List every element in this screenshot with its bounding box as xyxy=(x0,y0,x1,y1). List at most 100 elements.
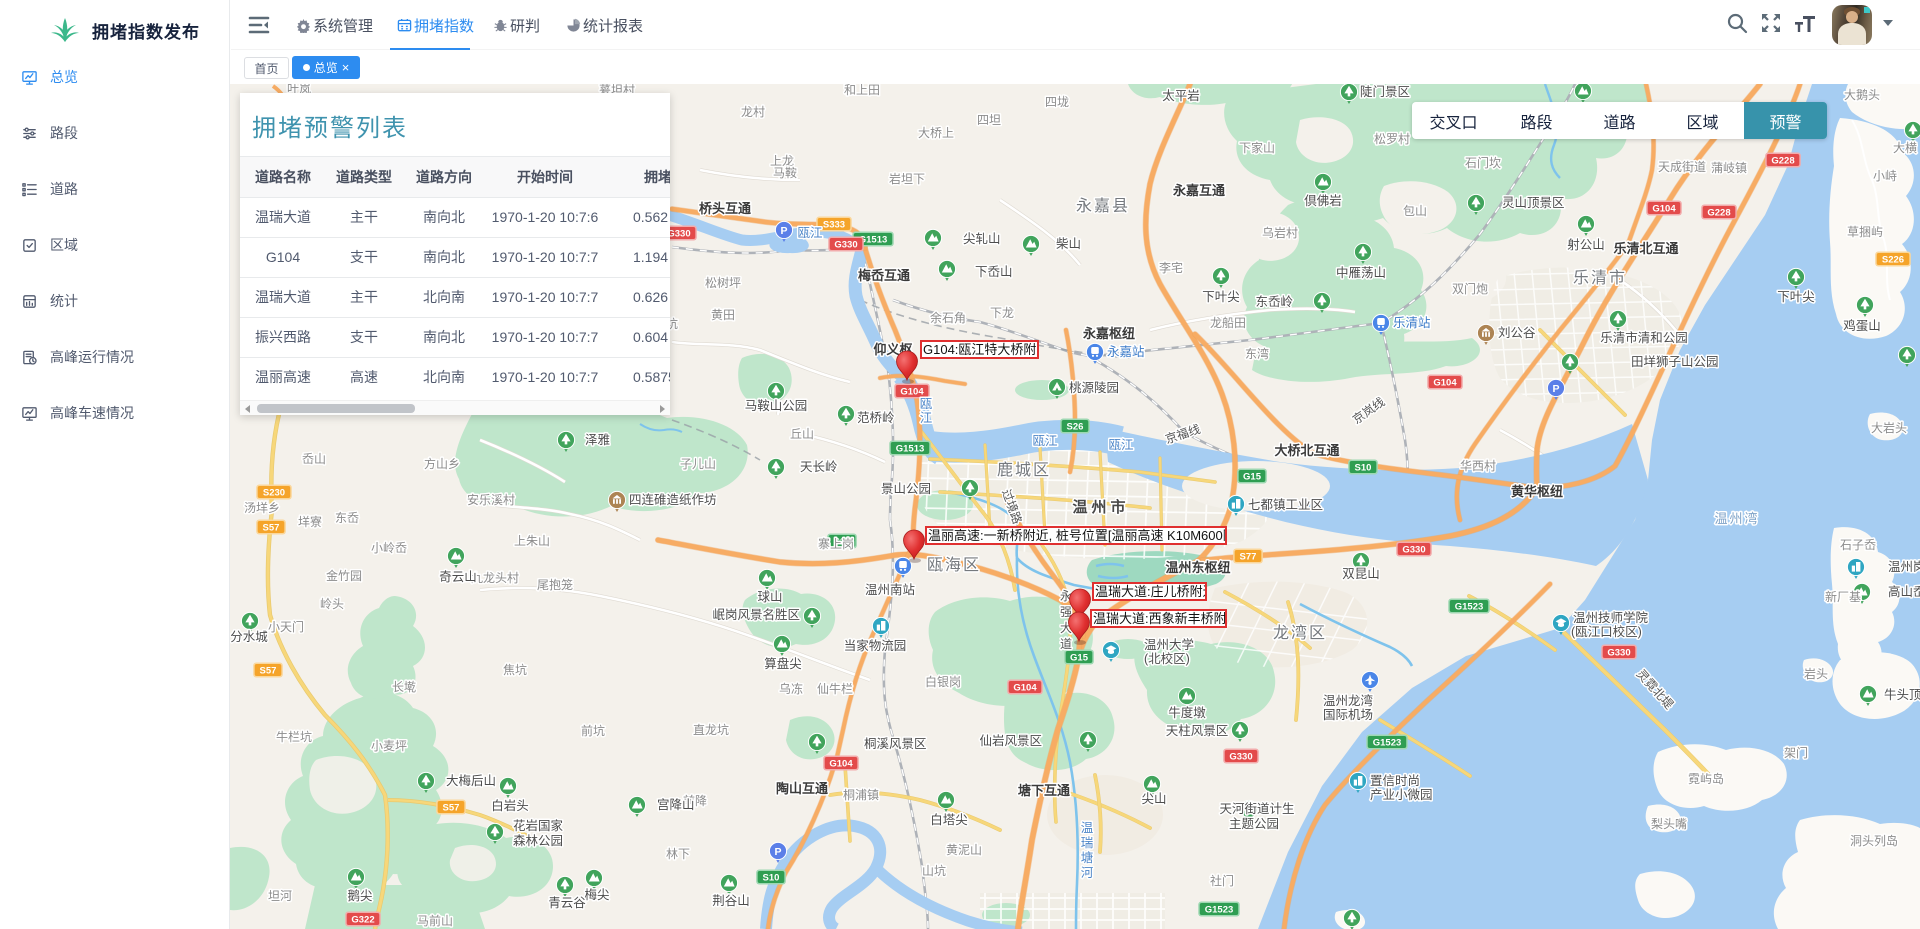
svg-text:大岩头: 大岩头 xyxy=(1871,420,1907,435)
svg-text:S333: S333 xyxy=(823,219,845,230)
svg-text:尾抱笼: 尾抱笼 xyxy=(537,577,573,592)
svg-text:河: 河 xyxy=(1081,866,1094,880)
svg-text:桃源陵园: 桃源陵园 xyxy=(1069,380,1119,395)
svg-text:温州东枢纽: 温州东枢纽 xyxy=(1165,560,1230,575)
svg-text:乐清市: 乐清市 xyxy=(1573,269,1627,287)
svg-text:大横: 大横 xyxy=(1893,141,1917,155)
svg-text:温州龙湾: 温州龙湾 xyxy=(1323,693,1373,708)
svg-text:G330: G330 xyxy=(1402,544,1425,555)
svg-text:国际机场: 国际机场 xyxy=(1323,708,1373,722)
svg-text:主题公园: 主题公园 xyxy=(1229,817,1279,831)
svg-text:小麦坪: 小麦坪 xyxy=(371,739,407,753)
svg-text:算盘尖: 算盘尖 xyxy=(764,656,802,671)
svg-text:G15: G15 xyxy=(1243,471,1262,482)
svg-text:四垅: 四垅 xyxy=(1045,95,1069,109)
svg-text:岙山: 岙山 xyxy=(302,452,326,466)
svg-text:马鞍山公园: 马鞍山公园 xyxy=(745,399,808,413)
svg-text:G104: G104 xyxy=(1433,377,1457,388)
svg-text:P: P xyxy=(774,846,781,858)
svg-text:大桥北互通: 大桥北互通 xyxy=(1274,443,1339,458)
svg-text:温州大学: 温州大学 xyxy=(1144,637,1194,652)
svg-text:天成街道: 天成街道 xyxy=(1658,160,1706,174)
svg-text:下龙: 下龙 xyxy=(990,306,1014,320)
svg-text:S57: S57 xyxy=(263,522,280,533)
svg-text:东湾: 东湾 xyxy=(1245,346,1269,361)
svg-text:置信时尚: 置信时尚 xyxy=(1370,774,1420,788)
svg-text:下岙山: 下岙山 xyxy=(975,265,1013,279)
svg-text:寨上岗: 寨上岗 xyxy=(818,536,854,551)
svg-text:G15: G15 xyxy=(1070,652,1089,663)
svg-text:分水城: 分水城 xyxy=(230,630,268,644)
svg-text:白岩头: 白岩头 xyxy=(491,798,529,813)
svg-text:荆谷山: 荆谷山 xyxy=(712,894,750,908)
svg-text:G228: G228 xyxy=(1771,155,1794,166)
svg-text:P: P xyxy=(1552,383,1559,395)
svg-text:乌岩村: 乌岩村 xyxy=(1262,225,1298,240)
svg-text:垟寮: 垟寮 xyxy=(298,514,322,529)
svg-text:瓯: 瓯 xyxy=(920,397,933,411)
svg-text:白塔尖: 白塔尖 xyxy=(930,812,968,827)
svg-text:G104: G104 xyxy=(1013,682,1037,693)
svg-text:坦河: 坦河 xyxy=(268,889,292,903)
svg-text:道: 道 xyxy=(1060,637,1072,651)
svg-text:梅尖: 梅尖 xyxy=(584,887,609,902)
svg-text:双昆山: 双昆山 xyxy=(1342,567,1380,581)
svg-text:余石角: 余石角 xyxy=(930,310,966,325)
svg-text:天柱风景区: 天柱风景区 xyxy=(1166,723,1229,738)
svg-text:瓯江: 瓯江 xyxy=(1108,438,1133,452)
svg-text:倶佛岩: 倶佛岩 xyxy=(1304,193,1342,208)
svg-text:景山公园: 景山公园 xyxy=(881,482,931,496)
svg-text:S57: S57 xyxy=(260,665,277,676)
svg-text:鹿城区: 鹿城区 xyxy=(997,461,1051,479)
svg-text:焦坑: 焦坑 xyxy=(503,662,527,677)
svg-text:岩坦下: 岩坦下 xyxy=(889,171,925,186)
svg-text:牛度墩: 牛度墩 xyxy=(1168,705,1206,720)
svg-text:龙船田: 龙船田 xyxy=(1210,316,1246,330)
svg-text:宫降山: 宫降山 xyxy=(657,797,695,812)
svg-text:桐溪风景区: 桐溪风景区 xyxy=(864,737,927,751)
svg-text:G104: G104 xyxy=(829,758,853,769)
svg-text:仙牛栏: 仙牛栏 xyxy=(817,681,853,696)
svg-text:G330: G330 xyxy=(1229,751,1252,762)
svg-text:S226: S226 xyxy=(1882,254,1904,265)
svg-text:P: P xyxy=(780,225,787,237)
svg-text:球山: 球山 xyxy=(757,590,782,604)
svg-text:温州湾: 温州湾 xyxy=(1714,511,1759,526)
svg-text:永嘉站: 永嘉站 xyxy=(1107,345,1145,359)
svg-text:G1513: G1513 xyxy=(896,443,925,454)
svg-text:下叶尖: 下叶尖 xyxy=(1202,290,1240,304)
svg-text:梨头嘴: 梨头嘴 xyxy=(1651,817,1687,831)
svg-text:小岭岙: 小岭岙 xyxy=(371,541,407,555)
svg-text:乐清北互通: 乐清北互通 xyxy=(1613,241,1678,256)
svg-text:天长岭: 天长岭 xyxy=(800,460,838,474)
svg-text:S26: S26 xyxy=(1067,421,1084,432)
svg-text:石门坎: 石门坎 xyxy=(1465,155,1501,170)
svg-text:前坑: 前坑 xyxy=(581,723,605,738)
svg-text:(北校区): (北校区) xyxy=(1144,651,1190,666)
svg-text:S10: S10 xyxy=(1355,462,1372,473)
svg-text:泽雅: 泽雅 xyxy=(585,432,610,447)
svg-text:柴山: 柴山 xyxy=(1056,237,1081,251)
svg-text:包山: 包山 xyxy=(1403,204,1427,218)
svg-text:太平岩: 太平岩 xyxy=(1162,88,1200,103)
svg-text:小天门: 小天门 xyxy=(268,619,304,634)
svg-text:社门: 社门 xyxy=(1210,873,1234,888)
svg-text:龙湾区: 龙湾区 xyxy=(1273,624,1327,642)
svg-text:小峙: 小峙 xyxy=(1873,169,1897,183)
svg-text:尖山: 尖山 xyxy=(1141,792,1166,806)
svg-text:大桥上: 大桥上 xyxy=(918,126,954,140)
svg-text:温州岗背: 温州岗背 xyxy=(1888,560,1920,574)
svg-text:松罗村: 松罗村 xyxy=(1374,132,1410,146)
svg-text:永嘉县: 永嘉县 xyxy=(1076,197,1130,215)
svg-text:霓屿岛: 霓屿岛 xyxy=(1688,771,1724,786)
svg-text:大鹅头: 大鹅头 xyxy=(1844,88,1880,102)
svg-text:G1523: G1523 xyxy=(1205,904,1234,915)
svg-text:新厂基: 新厂基 xyxy=(1825,589,1861,604)
svg-text:长墘: 长墘 xyxy=(392,680,416,694)
svg-text:九龙头村: 九龙头村 xyxy=(471,571,519,585)
svg-text:G322: G322 xyxy=(351,914,374,925)
svg-text:乐清站: 乐清站 xyxy=(1393,316,1431,330)
svg-text:G330: G330 xyxy=(834,239,857,250)
svg-text:瓯江: 瓯江 xyxy=(797,226,822,240)
svg-text:李宅: 李宅 xyxy=(1159,260,1183,275)
